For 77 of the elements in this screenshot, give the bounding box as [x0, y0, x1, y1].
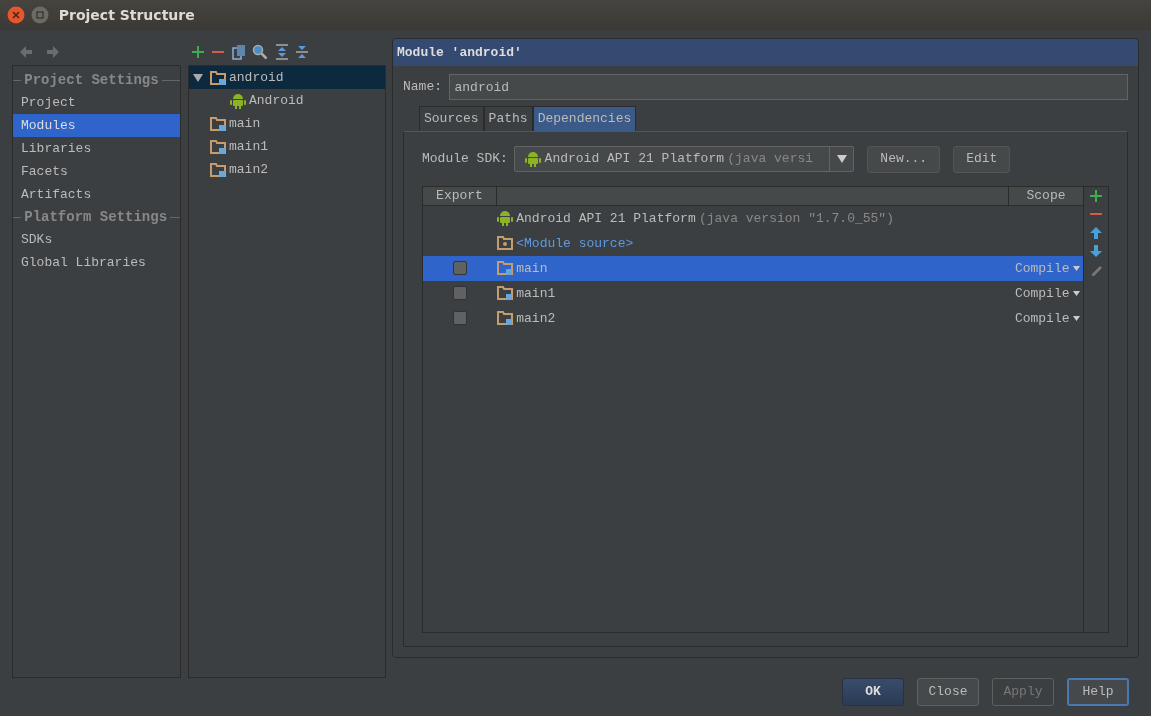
- section-header: Platform Settings: [24, 208, 168, 228]
- sidebar-item[interactable]: SDKs: [13, 228, 180, 252]
- name-field[interactable]: android: [448, 74, 1128, 100]
- copy-icon[interactable]: [231, 43, 246, 60]
- dependency-name: main1: [516, 284, 556, 303]
- column-header: Scope: [1025, 186, 1067, 205]
- folder-icon: [209, 69, 226, 86]
- dialog-button[interactable]: Close: [917, 678, 979, 706]
- dependency-detail: (java version "1.7.0_55"): [698, 209, 894, 228]
- robot-icon: [525, 151, 542, 167]
- folder-icon: [497, 310, 513, 326]
- tree-item[interactable]: main2: [188, 158, 385, 181]
- add-icon[interactable]: [1090, 189, 1102, 202]
- back-arrow-icon[interactable]: [18, 44, 33, 59]
- window-title: Project Structure: [58, 5, 195, 25]
- checkbox[interactable]: [453, 261, 467, 275]
- sidebar-item[interactable]: Global Libraries: [13, 251, 180, 275]
- robot-icon: [229, 92, 246, 109]
- action-button[interactable]: Edit: [953, 145, 1011, 173]
- tab[interactable]: Paths: [483, 106, 533, 131]
- tree-item[interactable]: main1: [188, 135, 385, 158]
- caret-icon[interactable]: [1072, 315, 1080, 321]
- collapse-all-icon[interactable]: [295, 43, 310, 60]
- checkbox[interactable]: [453, 311, 467, 325]
- tab[interactable]: Sources: [419, 106, 484, 131]
- table-row[interactable]: main Compile: [423, 255, 1083, 281]
- folder-icon: [497, 285, 513, 301]
- dependency-name: Android API 21 Platform: [516, 209, 696, 228]
- forward-arrow-icon[interactable]: [45, 44, 60, 59]
- up-arrow-icon[interactable]: [1090, 226, 1102, 239]
- folder-icon: [209, 115, 226, 132]
- table-row[interactable]: main2 Compile: [423, 305, 1083, 331]
- sidebar-item[interactable]: Facets: [13, 160, 180, 184]
- dependency-name: main: [516, 259, 548, 278]
- dialog-button[interactable]: OK: [842, 678, 904, 706]
- search-icon[interactable]: [252, 43, 269, 60]
- expanded-arrow-icon[interactable]: [192, 72, 203, 83]
- maximize-icon[interactable]: [31, 6, 49, 24]
- sidebar-item[interactable]: Artifacts: [13, 183, 180, 207]
- action-button[interactable]: New...: [867, 145, 941, 173]
- dependency-name: main2: [516, 309, 556, 328]
- caret-icon[interactable]: [1072, 265, 1080, 271]
- folder-icon: [497, 260, 513, 276]
- robot-icon: [497, 210, 513, 226]
- panel-header: Module 'android': [393, 39, 1138, 66]
- tree-item[interactable]: Android: [188, 89, 385, 112]
- section-header: Project Settings: [24, 71, 159, 91]
- column-header: Export: [423, 186, 497, 205]
- sidebar-item[interactable]: Project: [13, 91, 180, 115]
- checkbox[interactable]: [453, 286, 467, 300]
- folder-icon: [209, 138, 226, 155]
- expand-all-icon[interactable]: [274, 43, 289, 60]
- close-icon[interactable]: [6, 6, 25, 24]
- tree-item[interactable]: android: [188, 66, 385, 89]
- scope-value: Compile: [1014, 309, 1070, 328]
- tab[interactable]: Dependencies: [532, 106, 637, 131]
- tree-item[interactable]: main: [188, 112, 385, 135]
- dropdown-value: Android API 21 Platform: [544, 150, 724, 169]
- dialog-button[interactable]: Help: [1067, 678, 1129, 706]
- dependency-name: <Module source>: [516, 234, 634, 253]
- dropdown-detail: (java versi: [727, 150, 815, 169]
- pencil-icon[interactable]: [1090, 263, 1102, 276]
- table-row[interactable]: main1 Compile: [423, 280, 1083, 306]
- down-arrow-icon[interactable]: [1090, 245, 1102, 258]
- caret-icon[interactable]: [1072, 290, 1080, 296]
- folder-icon: [497, 235, 513, 251]
- sidebar-item[interactable]: Modules: [13, 114, 180, 138]
- table-row[interactable]: <Module source>: [423, 230, 1083, 256]
- scope-value: Compile: [1014, 259, 1070, 278]
- field-label: Name:: [403, 78, 442, 97]
- folder-icon: [209, 161, 226, 178]
- caret-icon[interactable]: [836, 154, 847, 164]
- table-row[interactable]: Android API 21 Platform (java version "1.7.0_55"): [423, 205, 1083, 231]
- sidebar-item[interactable]: Libraries: [13, 137, 180, 161]
- add-icon[interactable]: [190, 44, 205, 59]
- field-label: Module SDK:: [422, 150, 508, 169]
- scope-value: Compile: [1014, 284, 1070, 303]
